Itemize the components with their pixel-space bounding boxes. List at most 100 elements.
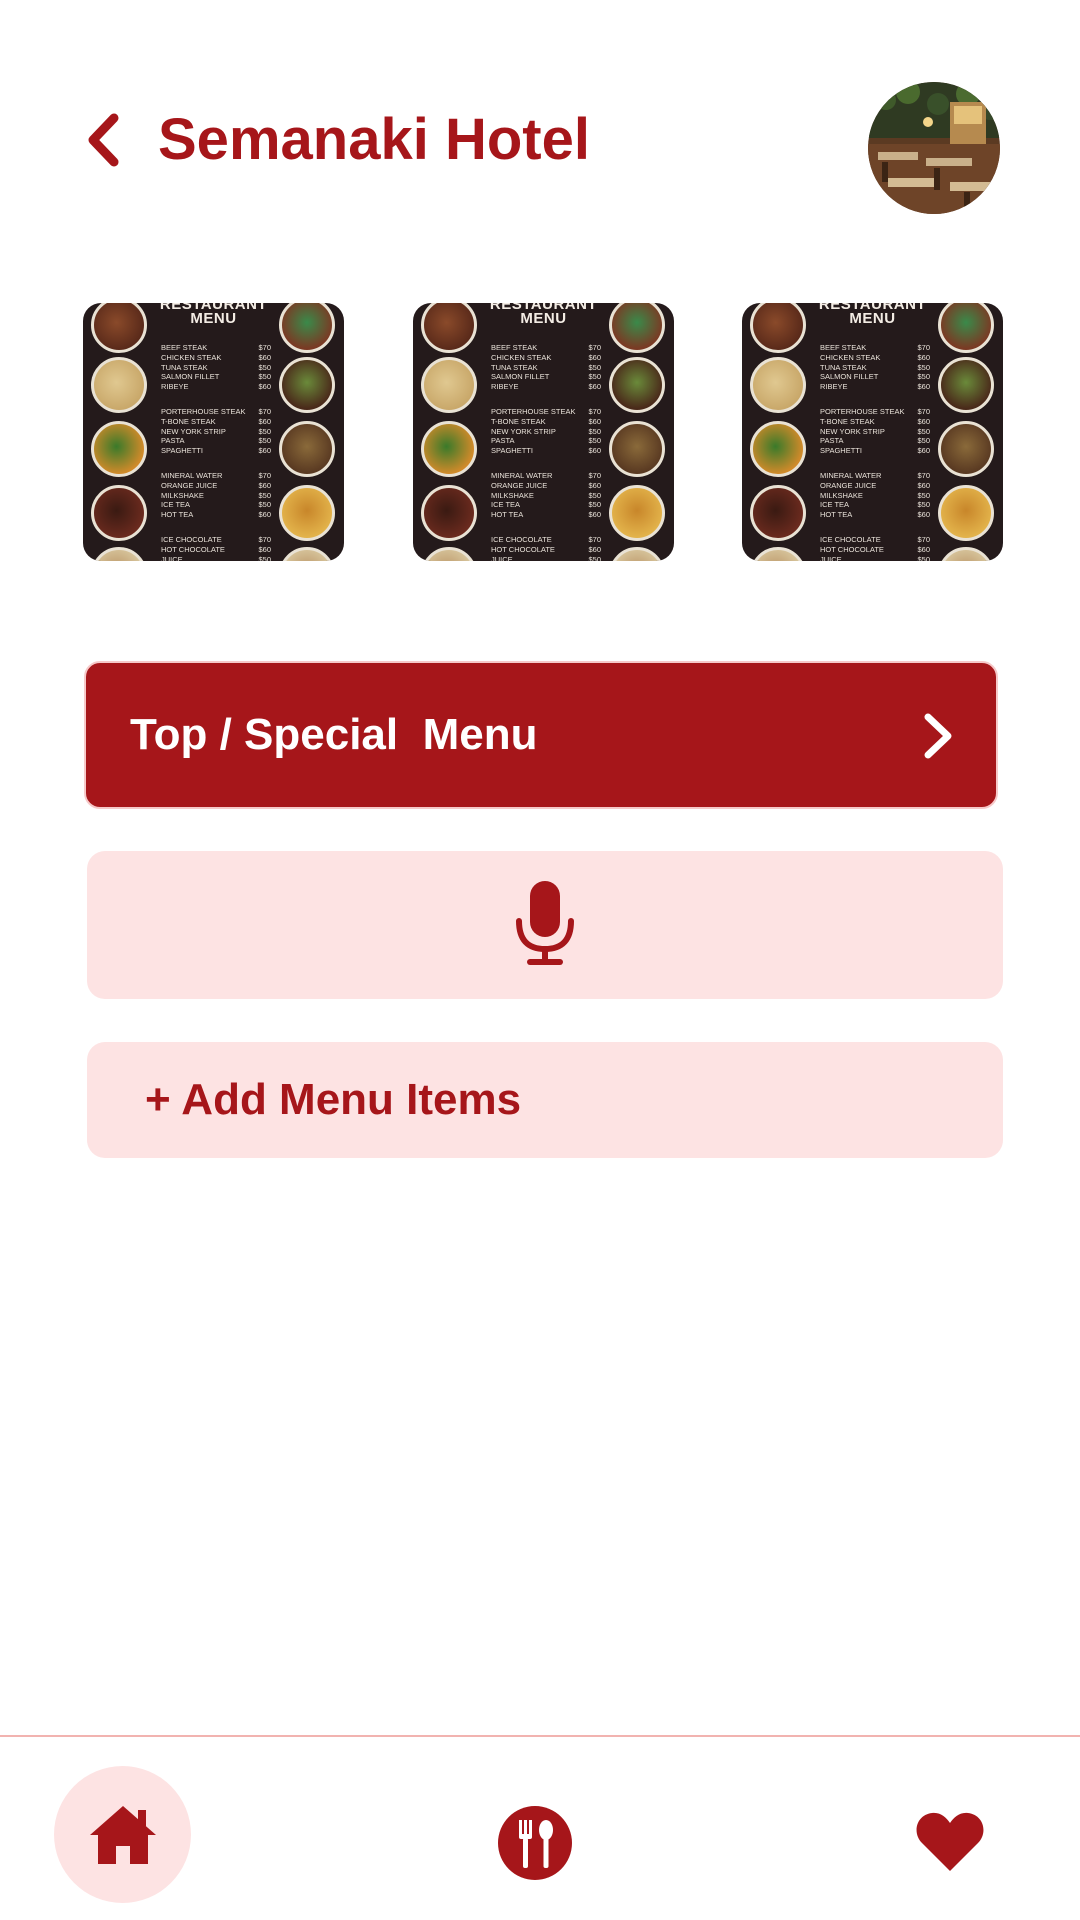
- menu-section: ICE CHOCOLATE $70 HOT CHOCOLATE $60 JUICE $50: [820, 535, 930, 561]
- menu-item-name: HOT TEA: [161, 510, 194, 520]
- menu-section: MINERAL WATER $70 ORANGE JUICE $60 MILKSHAKE…: [491, 471, 601, 520]
- menu-line: PORTERHOUSE STEAK $70: [491, 407, 601, 417]
- menu-item-price: $60: [258, 544, 271, 554]
- restaurant-photo: [868, 82, 1000, 214]
- menu-item-name: CHICKEN STEAK: [161, 352, 222, 362]
- voice-input-button[interactable]: [87, 851, 1003, 999]
- menu-item-name: SALMON FILLET: [161, 372, 220, 382]
- menu-line: TUNA STEAK $50: [491, 363, 601, 373]
- dish-photo: [421, 421, 477, 477]
- menu-item-price: $50: [917, 436, 930, 446]
- menu-line: MILKSHAKE $50: [161, 491, 271, 501]
- menu-line: MILKSHAKE $50: [820, 491, 930, 501]
- menu-line: MINERAL WATER $70: [491, 471, 601, 481]
- menu-item-price: $70: [258, 343, 271, 352]
- menu-item-name: JUICE: [491, 554, 513, 561]
- dish-photo: [279, 485, 335, 541]
- menu-item-price: $60: [588, 510, 601, 520]
- menu-item-name: T-BONE STEAK: [820, 416, 875, 426]
- menu-item-price: $70: [917, 471, 930, 480]
- menu-line: RIBEYE $60: [491, 382, 601, 392]
- dish-photo: [421, 303, 477, 353]
- nav-favorites[interactable]: [912, 1806, 988, 1876]
- dish-photo: [609, 357, 665, 413]
- menu-item-name: PASTA: [491, 436, 515, 446]
- heart-icon: [916, 1812, 984, 1871]
- menu-item-price: $50: [917, 500, 930, 510]
- menu-item-price: $60: [588, 544, 601, 554]
- menu-item-name: BEEF STEAK: [820, 343, 867, 352]
- menu-item-price: $70: [588, 407, 601, 416]
- home-icon: [89, 1805, 156, 1864]
- menu-line: CHICKEN STEAK $60: [820, 353, 930, 363]
- menu-line: T-BONE STEAK $60: [161, 417, 271, 427]
- bottom-nav-divider: [0, 1735, 1080, 1737]
- menu-line: SPAGHETTI $60: [820, 446, 930, 456]
- nav-menu[interactable]: [498, 1806, 572, 1880]
- menu-item-price: $60: [258, 382, 271, 392]
- menu-item-name: ICE TEA: [491, 500, 521, 510]
- menu-item-name: PORTERHOUSE STEAK: [491, 407, 576, 416]
- dish-photo: [279, 303, 335, 353]
- menu-line: PORTERHOUSE STEAK $70: [161, 407, 271, 417]
- menu-line: ORANGE JUICE $60: [491, 481, 601, 491]
- menu-item-name: ICE TEA: [820, 500, 850, 510]
- menu-item-name: TUNA STEAK: [161, 362, 208, 372]
- menu-item-price: $60: [917, 352, 930, 362]
- menu-item-price: $70: [588, 471, 601, 480]
- add-menu-items-label: + Add Menu Items: [145, 1075, 522, 1124]
- add-menu-items-button[interactable]: + Add Menu Items: [87, 1042, 1003, 1158]
- menu-item-name: T-BONE STEAK: [491, 416, 546, 426]
- menu-item-price: $60: [917, 446, 930, 456]
- menu-item-price: $60: [258, 480, 271, 490]
- top-special-menu-button[interactable]: Top / Special Menu: [84, 661, 998, 809]
- menu-item-price: $70: [258, 471, 271, 480]
- menu-line: MINERAL WATER $70: [820, 471, 930, 481]
- menu-section: ICE CHOCOLATE $70 HOT CHOCOLATE $60 JUICE $50: [161, 535, 271, 561]
- dish-photo: [938, 357, 994, 413]
- menu-line: SALMON FILLET $50: [820, 372, 930, 382]
- menu-section: BEEF STEAK $70 CHICKEN STEAK $60 TUNA STEAK $…: [820, 343, 930, 392]
- menu-line: ICE TEA $50: [491, 500, 601, 510]
- nav-home[interactable]: [54, 1766, 191, 1903]
- dish-photo: [750, 421, 806, 477]
- dish-photo: [279, 421, 335, 477]
- menu-thumbnail[interactable]: RESTAURANT MENU BEEF STEAK $70 CHICKEN STEAK…: [83, 303, 344, 561]
- menu-line: PORTERHOUSE STEAK $70: [820, 407, 930, 417]
- menu-item-price: $50: [258, 554, 271, 561]
- chevron-left-icon: [88, 113, 119, 167]
- menu-line: RIBEYE $60: [161, 382, 271, 392]
- menu-section: PORTERHOUSE STEAK $70 T-BONE STEAK $60 NEW Y…: [820, 407, 930, 456]
- menu-line: JUICE $50: [161, 555, 271, 561]
- menu-line: JUICE $50: [491, 555, 601, 561]
- dish-photo: [750, 547, 806, 561]
- menu-line: HOT TEA $60: [820, 510, 930, 520]
- menu-line: PASTA $50: [820, 436, 930, 446]
- menu-item-name: MINERAL WATER: [820, 471, 882, 480]
- menu-section: PORTERHOUSE STEAK $70 T-BONE STEAK $60 NEW Y…: [161, 407, 271, 456]
- menu-item-name: ICE CHOCOLATE: [161, 535, 222, 544]
- menu-line: NEW YORK STRIP $50: [161, 427, 271, 437]
- menu-section: MINERAL WATER $70 ORANGE JUICE $60 MILKSHAKE…: [161, 471, 271, 520]
- fork-spoon-icon: [498, 1806, 572, 1880]
- menu-item-name: BEEF STEAK: [161, 343, 208, 352]
- avatar[interactable]: [868, 82, 1000, 214]
- menu-thumbnail[interactable]: RESTAURANT MENU BEEF STEAK $70 CHICKEN STEAK…: [742, 303, 1003, 561]
- menu-item-name: JUICE: [820, 554, 842, 561]
- menu-item-price: $50: [917, 372, 930, 382]
- menu-item-price: $60: [258, 510, 271, 520]
- menu-item-name: HOT TEA: [491, 510, 524, 520]
- menu-line: BEEF STEAK $70: [161, 343, 271, 353]
- dish-photo: [279, 357, 335, 413]
- back-button[interactable]: [78, 108, 128, 172]
- menu-item-name: MILKSHAKE: [491, 490, 534, 500]
- menu-item-price: $60: [917, 510, 930, 520]
- menu-item-name: HOT CHOCOLATE: [820, 544, 884, 554]
- menu-item-name: PASTA: [820, 436, 844, 446]
- menu-thumbnail[interactable]: RESTAURANT MENU BEEF STEAK $70 CHICKEN STEAK…: [413, 303, 674, 561]
- menu-line: MINERAL WATER $70: [161, 471, 271, 481]
- menu-section: BEEF STEAK $70 CHICKEN STEAK $60 TUNA STEAK $…: [161, 343, 271, 392]
- menu-line: ORANGE JUICE $60: [820, 481, 930, 491]
- menu-item-price: $60: [258, 446, 271, 456]
- menu-item-price: $70: [917, 535, 930, 544]
